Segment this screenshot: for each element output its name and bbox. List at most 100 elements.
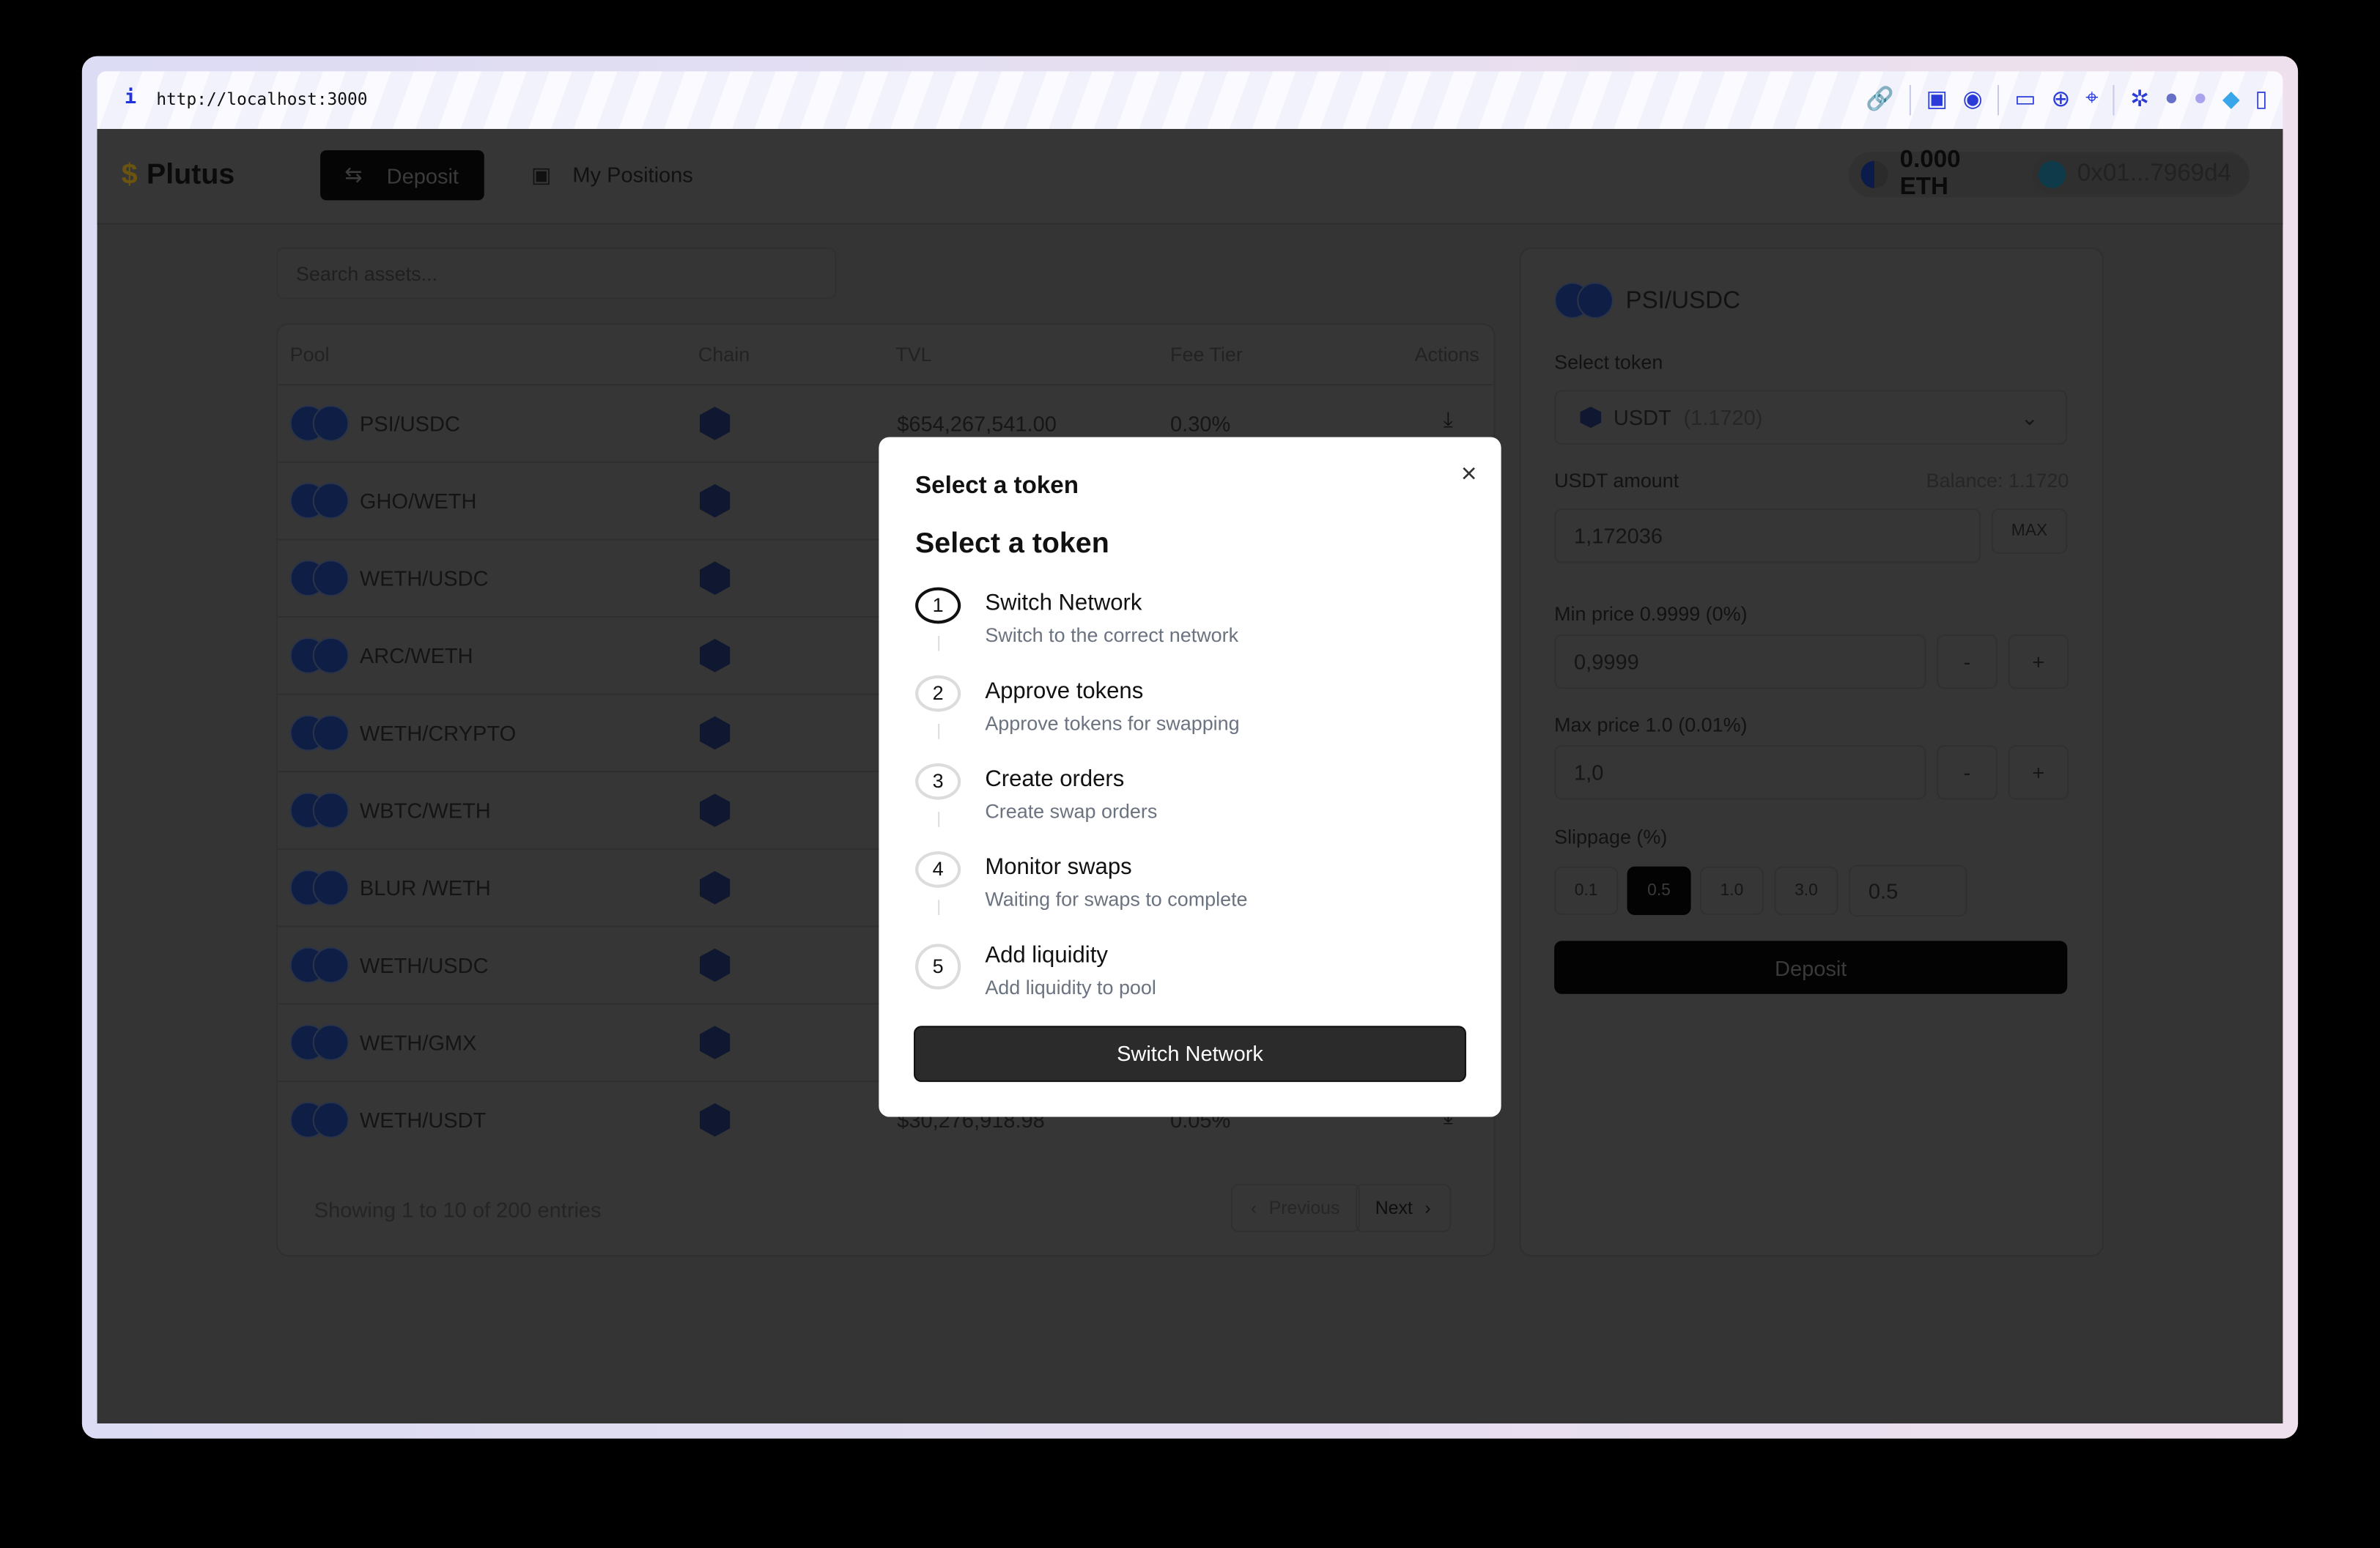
- step-title: Add liquidity: [985, 942, 1108, 969]
- min-price-label: Min price 0.9999 (0%): [1554, 602, 1748, 626]
- account-address: 0x01...7969d4: [2077, 160, 2231, 187]
- step-description: Create swap orders: [985, 799, 1158, 823]
- deposit-nav-button[interactable]: ⇆ Deposit: [320, 150, 484, 201]
- arbitrum-icon: [699, 407, 731, 440]
- step-number: 4: [915, 851, 961, 888]
- slippage-option[interactable]: 0.5: [1627, 866, 1691, 916]
- amount-label: USDT amount: [1554, 469, 1679, 492]
- account-button[interactable]: 0x01...7969d4: [2031, 155, 2250, 195]
- divider: [2113, 84, 2115, 116]
- max-price-increment[interactable]: +: [2008, 745, 2069, 800]
- pair-icons: [289, 482, 351, 519]
- header: $ Plutus ⇆ Deposit ▣ My Positions 0.000 ETH…: [97, 129, 2283, 225]
- arbitrum-icon: [699, 1026, 731, 1059]
- extension-icon[interactable]: ✲: [2130, 85, 2149, 115]
- step-connector: [938, 900, 940, 916]
- brand[interactable]: $ Plutus: [122, 159, 235, 193]
- arbitrum-icon: [699, 561, 731, 595]
- step-title: Approve tokens: [985, 678, 1144, 705]
- camera-icon[interactable]: ◉: [1963, 85, 1983, 115]
- pool-name: WETH/USDT: [359, 1108, 487, 1133]
- slippage-option[interactable]: 1.0: [1699, 866, 1764, 916]
- min-price-increment[interactable]: +: [2008, 634, 2069, 689]
- slippage-label: Slippage (%): [1554, 825, 1668, 848]
- swap-arrows-icon: ⇆: [344, 162, 363, 187]
- select-token-label: Select token: [1554, 350, 1663, 374]
- pool-name: BLUR /WETH: [359, 875, 491, 900]
- info-icon[interactable]: i: [125, 86, 136, 109]
- deposit-nav-label: Deposit: [386, 163, 459, 188]
- chevron-left-icon: ‹: [1250, 1197, 1257, 1219]
- switch-network-button[interactable]: Switch Network: [913, 1026, 1466, 1082]
- pair-icons: [289, 560, 351, 597]
- step-item: 5 Add liquidity Add liquidity to pool: [915, 939, 1462, 1027]
- slippage-option[interactable]: 0.1: [1554, 866, 1619, 916]
- pair-icons: [1554, 282, 1615, 319]
- step-number: 3: [915, 763, 961, 800]
- column-header-fee-tier[interactable]: Fee Tier: [1170, 343, 1243, 366]
- step-item: 2 Approve tokens Approve tokens for swap…: [915, 675, 1462, 763]
- previous-button[interactable]: ‹ Previous: [1230, 1183, 1360, 1232]
- arbitrum-icon: [699, 1103, 731, 1137]
- sidebar-icon[interactable]: ▯: [2255, 85, 2268, 115]
- extension-icon[interactable]: ●: [2165, 85, 2178, 115]
- next-label: Next: [1375, 1197, 1413, 1219]
- step-connector: [938, 635, 940, 651]
- balance-text: Balance: 1.1720: [1926, 469, 2069, 492]
- modal-subtitle: Select a token: [915, 527, 1109, 560]
- pool-name: WBTC/WETH: [359, 798, 491, 823]
- divider: [1909, 84, 1911, 116]
- deposit-button[interactable]: Deposit: [1554, 941, 2068, 994]
- pool-name: WETH/GMX: [359, 1030, 477, 1055]
- step-item: 4 Monitor swaps Waiting for swaps to com…: [915, 851, 1462, 939]
- column-header-tvl[interactable]: TVL: [895, 343, 931, 366]
- arbitrum-icon: [699, 639, 731, 673]
- deposit-panel: PSI/USDC Select token USDT (1.1720) ⌄ US…: [1519, 247, 2104, 1257]
- money-bag-icon: $: [121, 159, 138, 191]
- step-description: Add liquidity to pool: [985, 975, 1156, 999]
- max-price-input[interactable]: 1,0: [1554, 745, 1926, 800]
- next-button[interactable]: Next ›: [1355, 1183, 1451, 1232]
- previous-label: Previous: [1268, 1197, 1340, 1219]
- pair-icons: [289, 947, 351, 984]
- gem-icon[interactable]: ◆: [2222, 85, 2240, 115]
- min-price-decrement[interactable]: -: [1937, 634, 1998, 689]
- step-title: Switch Network: [985, 590, 1142, 616]
- max-button[interactable]: MAX: [1991, 508, 2068, 555]
- search-input[interactable]: Search assets...: [276, 247, 837, 300]
- max-price-decrement[interactable]: -: [1937, 745, 1998, 800]
- pair-icons: [289, 714, 351, 752]
- column-header-pool[interactable]: Pool: [290, 343, 330, 366]
- arbitrum-icon: [699, 793, 731, 827]
- step-connector: [938, 812, 940, 827]
- download-icon[interactable]: ⤓: [1444, 407, 1453, 432]
- slippage-custom-input[interactable]: 0.5: [1848, 864, 1967, 917]
- brand-name: Plutus: [147, 159, 235, 191]
- step-number: 5: [915, 944, 961, 990]
- url[interactable]: http://localhost:3000: [156, 89, 367, 109]
- wallet-pill[interactable]: 0.000 ETH 0x01...7969d4: [1848, 147, 2250, 200]
- pool-name: PSI/USDC: [359, 411, 460, 436]
- pair-name: PSI/USDC: [1625, 288, 1741, 314]
- close-icon[interactable]: ×: [1461, 459, 1477, 490]
- globe-icon[interactable]: ⊕: [2051, 85, 2070, 115]
- my-positions-nav[interactable]: ▣ My Positions: [531, 163, 693, 188]
- address-bar[interactable]: i http://localhost:3000 🔗 ▣ ◉ ▭ ⊕ ⌖ ✲ ● ● ◆ ▯: [97, 71, 2283, 130]
- screenshot-icon[interactable]: ▣: [1926, 85, 1948, 115]
- token-select[interactable]: USDT (1.1720) ⌄: [1554, 390, 2068, 445]
- amount-input[interactable]: 1,172036: [1554, 508, 1981, 563]
- slippage-option[interactable]: 3.0: [1774, 866, 1838, 916]
- pool-name: GHO/WETH: [359, 488, 477, 514]
- column-header-chain[interactable]: Chain: [698, 343, 750, 366]
- min-price-input[interactable]: 0,9999: [1554, 634, 1926, 689]
- max-price-label: Max price 1.0 (0.01%): [1554, 713, 1748, 736]
- token-symbol: USDT: [1613, 405, 1671, 430]
- arbitrum-icon: [1580, 407, 1602, 429]
- terminal-icon[interactable]: ▭: [2014, 85, 2036, 115]
- pool-name: WETH/USDC: [359, 566, 489, 590]
- pool-name: WETH/USDC: [359, 952, 489, 977]
- extension-icon[interactable]: ●: [2193, 85, 2207, 115]
- tvl-value: $654,267,541.00: [897, 411, 1057, 436]
- link-icon[interactable]: 🔗: [1866, 85, 1894, 115]
- crosshair-icon[interactable]: ⌖: [2085, 85, 2099, 115]
